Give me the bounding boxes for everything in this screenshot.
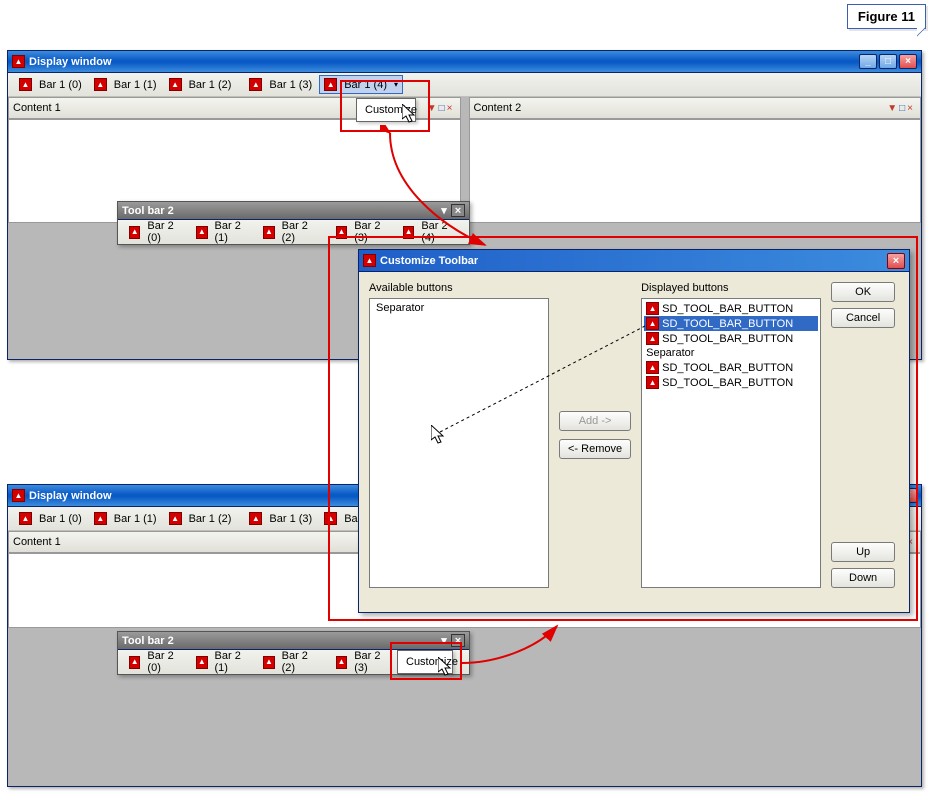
close-pane-icon[interactable]: × bbox=[447, 103, 453, 114]
toolbar-item-1[interactable]: ▲Bar 1 (1) bbox=[89, 509, 162, 528]
float-item-1[interactable]: ▲Bar 2 (1) bbox=[191, 217, 256, 247]
float-item-3[interactable]: ▲Bar 2 (3) bbox=[331, 217, 396, 247]
toolbar-item-3[interactable]: ▲Bar 1 (3) bbox=[244, 75, 317, 94]
dropdown-item-customize[interactable]: Customize bbox=[400, 653, 450, 671]
app-icon: ▲ bbox=[12, 489, 25, 502]
dropdown-item-customize[interactable]: Customize bbox=[359, 101, 413, 119]
toolbar-item-4[interactable]: ▲Bar 1 (4)▾ bbox=[319, 75, 403, 94]
displayed-listbox[interactable]: ▲SD_TOOL_BAR_BUTTON▲SD_TOOL_BAR_BUTTON▲S… bbox=[641, 298, 821, 588]
app-icon: ▲ bbox=[12, 55, 25, 68]
ok-button[interactable]: OK bbox=[831, 282, 895, 302]
content-pane-2 bbox=[469, 119, 922, 223]
titlebar[interactable]: ▲ Display window _ □ × bbox=[8, 51, 921, 73]
app-icon: ▲ bbox=[646, 361, 659, 374]
float-item-4[interactable]: ▲Bar 2 (4) bbox=[398, 217, 463, 247]
maximize-button[interactable]: □ bbox=[879, 54, 897, 69]
pin-icon[interactable]: ▼ bbox=[887, 103, 897, 114]
maximize-pane-icon[interactable]: □ bbox=[439, 103, 445, 114]
content-tab-2[interactable]: Content 2 ▼ □ × bbox=[469, 97, 922, 119]
available-label: Available buttons bbox=[369, 282, 549, 294]
chevron-down-icon: ▾ bbox=[394, 80, 398, 89]
float-item-0[interactable]: ▲Bar 2 (0) bbox=[124, 217, 189, 247]
list-item[interactable]: Separator bbox=[644, 346, 818, 360]
floating-toolbar-1[interactable]: Tool bar 2 ▾ × ▲Bar 2 (0) ▲Bar 2 (1) ▲Ba… bbox=[117, 201, 470, 245]
chevron-down-icon[interactable]: ▾ bbox=[437, 634, 451, 647]
add-button[interactable]: Add -> bbox=[559, 411, 631, 431]
toolbar-bar1: ▲Bar 1 (0) ▲Bar 1 (1) ▲Bar 1 (2) ▲Bar 1 … bbox=[8, 73, 921, 97]
toolbar-item-0[interactable]: ▲Bar 1 (0) bbox=[14, 75, 87, 94]
close-button[interactable]: × bbox=[887, 253, 905, 269]
cancel-button[interactable]: Cancel bbox=[831, 308, 895, 328]
pin-icon[interactable]: ▼ bbox=[427, 103, 437, 114]
chevron-down-icon[interactable]: ▾ bbox=[437, 204, 451, 217]
float-item-2[interactable]: ▲Bar 2 (2) bbox=[258, 647, 323, 677]
close-button[interactable]: × bbox=[451, 634, 465, 647]
app-icon: ▲ bbox=[646, 332, 659, 345]
toolbar-item-3[interactable]: ▲Bar 1 (3) bbox=[244, 509, 317, 528]
dialog-titlebar[interactable]: ▲ Customize Toolbar × bbox=[359, 250, 909, 272]
up-button[interactable]: Up bbox=[831, 542, 895, 562]
close-button[interactable]: × bbox=[899, 54, 917, 69]
app-icon: ▲ bbox=[646, 376, 659, 389]
maximize-pane-icon[interactable]: □ bbox=[899, 103, 905, 114]
window-title: Display window bbox=[29, 56, 859, 68]
list-item[interactable]: ▲SD_TOOL_BAR_BUTTON bbox=[644, 316, 818, 331]
toolbar-dropdown-menu: Customize bbox=[356, 98, 416, 122]
toolbar-item-1[interactable]: ▲Bar 1 (1) bbox=[89, 75, 162, 94]
float-item-1[interactable]: ▲Bar 2 (1) bbox=[191, 647, 256, 677]
float-item-0[interactable]: ▲Bar 2 (0) bbox=[124, 647, 189, 677]
available-listbox[interactable]: Separator bbox=[369, 298, 549, 588]
close-button[interactable]: × bbox=[451, 204, 465, 217]
dialog-title: Customize Toolbar bbox=[380, 255, 887, 267]
customize-toolbar-dialog: ▲ Customize Toolbar × Available buttons … bbox=[358, 249, 910, 613]
list-item[interactable]: ▲SD_TOOL_BAR_BUTTON bbox=[644, 301, 818, 316]
remove-button[interactable]: <- Remove bbox=[559, 439, 631, 459]
close-pane-icon[interactable]: × bbox=[907, 103, 913, 114]
figure-label: Figure 11 bbox=[847, 4, 926, 29]
list-item[interactable]: Separator bbox=[372, 301, 546, 315]
app-icon: ▲ bbox=[363, 254, 376, 267]
float-item-3[interactable]: ▲Bar 2 (3) bbox=[331, 647, 396, 677]
toolbar-item-2[interactable]: ▲Bar 1 (2) bbox=[164, 75, 237, 94]
float-dropdown-menu: Customize bbox=[397, 650, 453, 674]
displayed-label: Displayed buttons bbox=[641, 282, 821, 294]
minimize-button[interactable]: _ bbox=[859, 54, 877, 69]
toolbar-item-0[interactable]: ▲Bar 1 (0) bbox=[14, 509, 87, 528]
down-button[interactable]: Down bbox=[831, 568, 895, 588]
app-icon: ▲ bbox=[646, 302, 659, 315]
list-item[interactable]: ▲SD_TOOL_BAR_BUTTON bbox=[644, 375, 818, 390]
toolbar-item-2[interactable]: ▲Bar 1 (2) bbox=[164, 509, 237, 528]
float-item-2[interactable]: ▲Bar 2 (2) bbox=[258, 217, 323, 247]
list-item[interactable]: ▲SD_TOOL_BAR_BUTTON bbox=[644, 331, 818, 346]
app-icon: ▲ bbox=[646, 317, 659, 330]
list-item[interactable]: ▲SD_TOOL_BAR_BUTTON bbox=[644, 360, 818, 375]
